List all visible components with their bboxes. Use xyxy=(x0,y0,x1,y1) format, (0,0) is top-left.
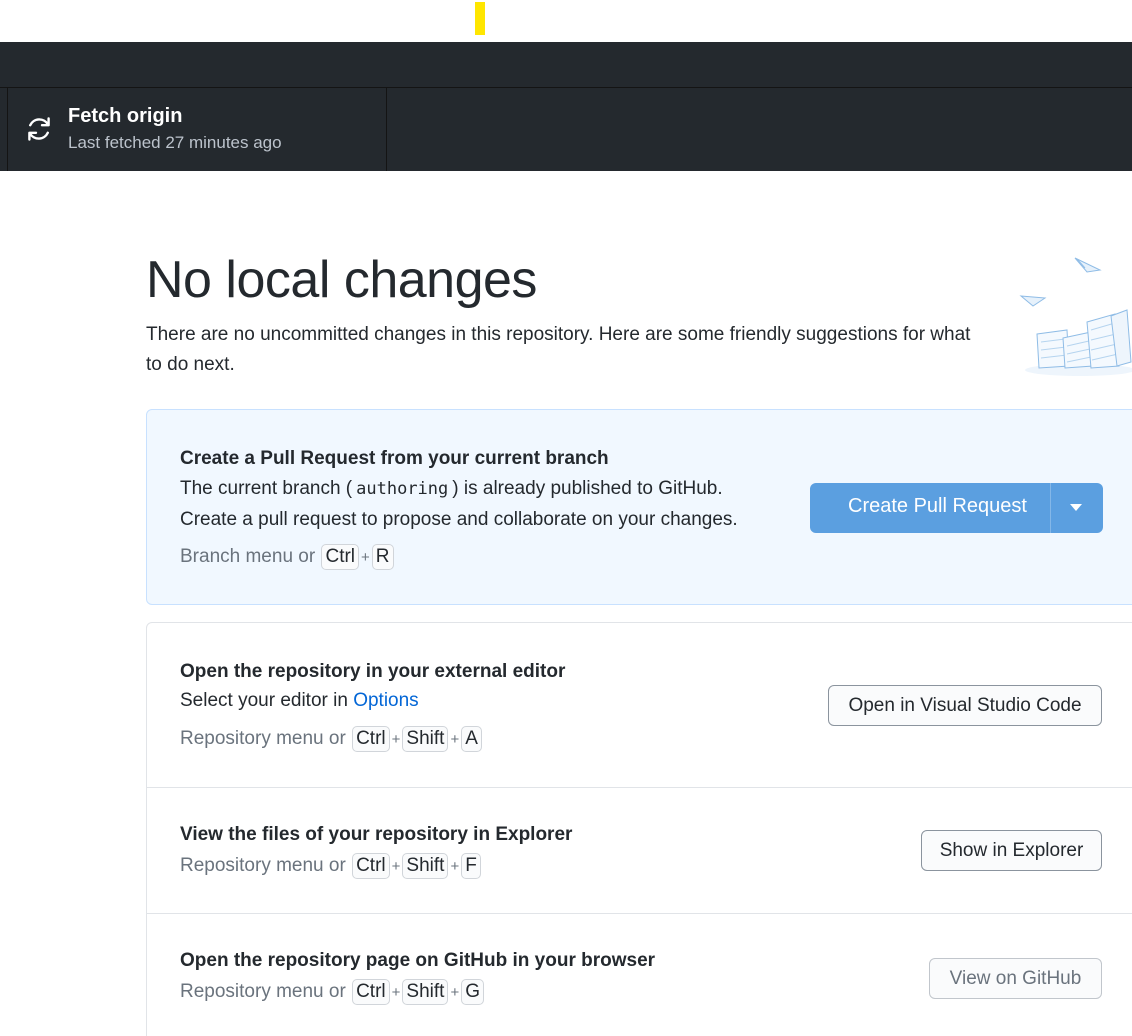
open-editor-text-prefix: Select your editor in xyxy=(180,690,348,711)
plus-icon: + xyxy=(391,857,401,875)
last-fetched-label: Last fetched 27 minutes ago xyxy=(68,133,282,152)
create-pull-request-button[interactable]: Create Pull Request xyxy=(810,483,1103,533)
plus-icon: + xyxy=(391,730,401,748)
kbd-a: A xyxy=(461,726,482,752)
hint-prefix: Repository menu or xyxy=(180,981,346,1002)
suggestions-list: Open the repository in your external edi… xyxy=(146,622,1132,1036)
kbd-ctrl: Ctrl xyxy=(352,979,390,1005)
kbd-shift: Shift xyxy=(402,726,449,752)
pull-request-description: Create a pull request to propose and col… xyxy=(180,509,738,530)
hint-prefix: Repository menu or xyxy=(180,728,346,749)
hint-prefix: Branch menu or xyxy=(180,546,316,567)
open-editor-text: Select your editor in Options xyxy=(180,690,419,712)
pull-request-branch-text: The current branch (authoring) is alread… xyxy=(180,478,723,500)
kbd-g: G xyxy=(461,979,484,1005)
intro-text: There are no uncommitted changes in this… xyxy=(146,324,971,375)
branch-text-suffix: ) is already published to GitHub. xyxy=(452,478,723,499)
kbd-shift: Shift xyxy=(402,853,449,879)
plus-icon: + xyxy=(450,983,460,1001)
show-in-explorer-row: View the files of your repository in Exp… xyxy=(147,787,1132,913)
toolbar-top-row xyxy=(0,42,1132,88)
highlight-marker xyxy=(475,2,485,35)
title-bar-area xyxy=(0,0,1132,42)
plus-icon: + xyxy=(391,983,401,1001)
explorer-title: View the files of your repository in Exp… xyxy=(180,824,573,845)
options-link[interactable]: Options xyxy=(353,690,418,711)
chevron-down-icon[interactable] xyxy=(1070,504,1082,511)
github-shortcut-hint: Repository menu or Ctrl + Shift + G xyxy=(180,979,485,1005)
kbd-f: F xyxy=(461,853,481,879)
open-in-vscode-button[interactable]: Open in Visual Studio Code xyxy=(828,685,1102,726)
plus-icon: + xyxy=(450,730,460,748)
plus-icon: + xyxy=(361,548,370,566)
open-editor-row: Open the repository in your external edi… xyxy=(147,623,1132,787)
sync-icon xyxy=(28,117,50,141)
empty-repo-illustration xyxy=(1019,257,1132,376)
branch-name: authoring xyxy=(356,479,449,499)
create-pull-request-label: Create Pull Request xyxy=(848,495,1027,517)
button-separator xyxy=(1050,483,1051,533)
kbd-ctrl: Ctrl xyxy=(352,853,390,879)
kbd-ctrl: Ctrl xyxy=(321,544,360,570)
page-title: No local changes xyxy=(146,251,537,309)
hint-prefix: Repository menu or xyxy=(180,855,346,876)
open-editor-shortcut-hint: Repository menu or Ctrl + Shift + A xyxy=(180,726,483,752)
open-editor-title: Open the repository in your external edi… xyxy=(180,661,566,682)
fetch-origin-title: Fetch origin xyxy=(68,105,183,127)
pull-request-shortcut-hint: Branch menu or Ctrl + R xyxy=(180,544,395,570)
github-title: Open the repository page on GitHub in yo… xyxy=(180,950,656,971)
kbd-ctrl: Ctrl xyxy=(352,726,390,752)
view-on-github-row: Open the repository page on GitHub in yo… xyxy=(147,913,1132,1036)
kbd-r: R xyxy=(371,544,394,570)
explorer-shortcut-hint: Repository menu or Ctrl + Shift + F xyxy=(180,853,482,879)
pull-request-title: Create a Pull Request from your current … xyxy=(180,448,609,469)
show-in-explorer-button[interactable]: Show in Explorer xyxy=(921,830,1102,871)
fetch-origin-button[interactable]: Fetch origin Last fetched 27 minutes ago xyxy=(7,88,387,171)
plus-icon: + xyxy=(450,857,460,875)
branch-text-prefix: The current branch ( xyxy=(180,478,353,499)
view-on-github-button[interactable]: View on GitHub xyxy=(929,958,1102,999)
create-pull-request-card: Create a Pull Request from your current … xyxy=(146,409,1132,605)
kbd-shift: Shift xyxy=(402,979,449,1005)
app-toolbar: Fetch origin Last fetched 27 minutes ago xyxy=(0,42,1132,171)
